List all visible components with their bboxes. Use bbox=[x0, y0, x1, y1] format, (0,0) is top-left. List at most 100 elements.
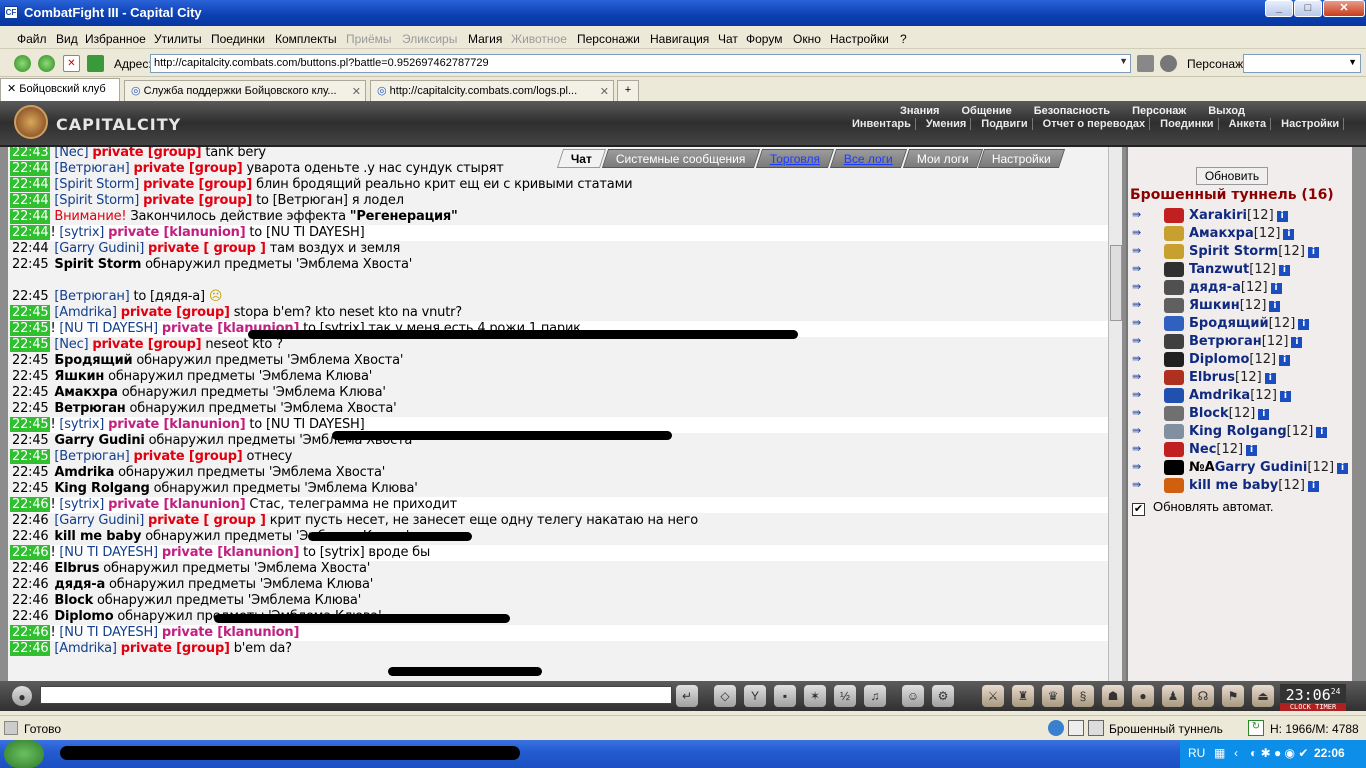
info-icon[interactable]: i bbox=[1278, 265, 1290, 276]
player-row[interactable]: ⇛ Ветрюган[12] i bbox=[1132, 333, 1352, 351]
chat-player[interactable]: дядя-а bbox=[54, 577, 105, 592]
chat-time[interactable]: 22:46 bbox=[10, 625, 51, 640]
menu-item[interactable]: ? bbox=[900, 32, 907, 46]
player-action-icon[interactable]: ⇛ bbox=[1132, 352, 1154, 366]
player-row[interactable]: ⇛ Spirit Storm[12] i bbox=[1132, 243, 1352, 261]
menu-item[interactable]: Вид bbox=[56, 32, 78, 46]
menu-item[interactable]: Утилиты bbox=[154, 32, 202, 46]
chat-time[interactable]: 22:45 bbox=[10, 305, 51, 320]
tab-fight-club[interactable]: ✕ Бойцовский клуб bbox=[0, 78, 120, 101]
player-row[interactable]: ⇛ King Rolgang[12] i bbox=[1132, 423, 1352, 441]
chat-time[interactable]: 22:45 bbox=[10, 449, 51, 464]
chat-private-tag[interactable]: private [group] bbox=[121, 641, 230, 656]
player-row[interactable]: ⇛ Diplomo[12] i bbox=[1132, 351, 1352, 369]
chat-player[interactable]: Бродящий bbox=[54, 353, 132, 368]
bomb-icon[interactable]: ● bbox=[1132, 685, 1154, 707]
chat-time[interactable]: 22:46 bbox=[10, 577, 50, 592]
save-icon[interactable]: ▪ bbox=[774, 685, 796, 707]
player-name-wrap[interactable]: Nec[12] i bbox=[1189, 442, 1258, 457]
player-action-icon[interactable]: ⇛ bbox=[1132, 316, 1154, 330]
new-tab-button[interactable]: + bbox=[617, 80, 639, 101]
chat-tab[interactable]: Настройки bbox=[978, 149, 1066, 168]
users-icon[interactable] bbox=[1160, 55, 1177, 72]
player-name-wrap[interactable]: Elbrus[12] i bbox=[1189, 370, 1276, 385]
player-action-icon[interactable]: ⇛ bbox=[1132, 460, 1154, 474]
chat-tab[interactable]: Мои логи bbox=[902, 149, 983, 168]
chat-player[interactable]: Block bbox=[54, 593, 93, 608]
info-icon[interactable]: i bbox=[1276, 211, 1288, 222]
chat-time[interactable]: 22:46 bbox=[10, 561, 50, 576]
player-row[interactable]: ⇛ Бродящий[12] i bbox=[1132, 315, 1352, 333]
menu-item[interactable]: Комплекты bbox=[275, 32, 337, 46]
chat-time[interactable]: 22:44 bbox=[10, 209, 51, 224]
chat-sender[interactable]: [Amdrika] bbox=[54, 641, 117, 656]
player-action-icon[interactable]: ⇛ bbox=[1132, 298, 1154, 312]
chat-time[interactable]: 22:44 bbox=[10, 241, 50, 256]
player-name[interactable]: Spirit Storm bbox=[1189, 244, 1278, 259]
chat-sender[interactable]: [sytrix] bbox=[59, 417, 104, 432]
info-icon[interactable]: i bbox=[1246, 445, 1258, 456]
chat-sender[interactable]: [Amdrika] bbox=[54, 305, 117, 320]
keyboard-icon[interactable]: ▦ bbox=[1214, 746, 1225, 760]
address-dropdown-icon[interactable]: ▼ bbox=[1119, 56, 1128, 66]
auto-refresh-checkbox[interactable]: ✔ Обновлять автомат. bbox=[1132, 499, 1273, 516]
filter-icon[interactable]: Y bbox=[744, 685, 766, 707]
menu-item[interactable]: Персонажи bbox=[577, 32, 640, 46]
player-name-wrap[interactable]: Xarakiri[12] i bbox=[1189, 208, 1288, 223]
player-action-icon[interactable]: ⇛ bbox=[1132, 244, 1154, 258]
checkbox-icon[interactable]: ✔ bbox=[1132, 503, 1145, 516]
chat-sender[interactable]: [Garry Gudini] bbox=[54, 513, 144, 528]
chat-private-tag[interactable]: private [klanunion] bbox=[108, 497, 246, 512]
smiley-icon[interactable]: ☺ bbox=[902, 685, 924, 707]
info-icon[interactable]: i bbox=[1337, 463, 1349, 474]
menu-item[interactable]: Окно bbox=[793, 32, 821, 46]
chat-private-tag[interactable]: private [klanunion] bbox=[162, 545, 300, 560]
group-icon[interactable]: ♟ bbox=[1162, 685, 1184, 707]
player-row[interactable]: ⇛ kill me baby[12] i bbox=[1132, 477, 1352, 495]
chat-time[interactable]: 22:44 bbox=[10, 177, 51, 192]
chat-time[interactable]: 22:45 bbox=[10, 465, 50, 480]
music-icon[interactable]: ♫ bbox=[864, 685, 886, 707]
chat-player[interactable]: Amdrika bbox=[54, 465, 114, 480]
exit-icon[interactable]: ⏏ bbox=[1252, 685, 1274, 707]
player-name-wrap[interactable]: Diplomo[12] i bbox=[1189, 352, 1291, 367]
player-name-wrap[interactable]: Амакхра[12] i bbox=[1189, 226, 1295, 241]
chat-mode-icon[interactable]: ● bbox=[12, 686, 32, 706]
player-action-icon[interactable]: ⇛ bbox=[1132, 370, 1154, 384]
bag-icon[interactable]: ♜ bbox=[1012, 685, 1034, 707]
player-name[interactable]: Xarakiri bbox=[1189, 208, 1247, 223]
chat-tab[interactable]: Торговля bbox=[755, 149, 834, 168]
player-name-wrap[interactable]: Ветрюган[12] i bbox=[1189, 334, 1303, 349]
player-name[interactable]: Elbrus bbox=[1189, 370, 1235, 385]
close-button[interactable]: ✕ bbox=[1323, 0, 1365, 17]
scroll-icon[interactable]: § bbox=[1072, 685, 1094, 707]
tab-close-icon[interactable]: ✕ bbox=[600, 85, 609, 98]
chat-time[interactable]: 22:45 bbox=[10, 257, 50, 272]
chat-time[interactable]: 22:45 bbox=[10, 433, 50, 448]
chat-time[interactable]: 22:46 bbox=[10, 513, 50, 528]
top-menu-item[interactable]: Общение bbox=[957, 105, 1015, 117]
doc-icon[interactable] bbox=[1068, 720, 1084, 736]
player-action-icon[interactable]: ⇛ bbox=[1132, 208, 1154, 222]
start-button[interactable] bbox=[4, 740, 44, 768]
chat-time[interactable]: 22:45 bbox=[10, 481, 50, 496]
menu-item[interactable]: Форум bbox=[746, 32, 782, 46]
menu-item[interactable]: Навигация bbox=[650, 32, 709, 46]
chat-private-tag[interactable]: private [ group ] bbox=[148, 513, 266, 528]
chat-private-tag[interactable]: private [klanunion] bbox=[108, 225, 246, 240]
sub-menu-item[interactable]: Подвиги bbox=[977, 118, 1033, 130]
player-name-wrap[interactable]: дядя-а[12] i bbox=[1189, 280, 1282, 295]
player-row[interactable]: ⇛ Elbrus[12] i bbox=[1132, 369, 1352, 387]
player-name-wrap[interactable]: Amdrika[12] i bbox=[1189, 388, 1291, 403]
player-name[interactable]: Яшкин bbox=[1189, 298, 1240, 313]
chat-time[interactable]: 22:46 bbox=[10, 545, 51, 560]
info-icon[interactable]: i bbox=[1264, 373, 1276, 384]
chat-player[interactable]: Diplomo bbox=[54, 609, 113, 624]
chat-scrollbar[interactable] bbox=[1108, 147, 1122, 681]
language-indicator[interactable]: RU bbox=[1188, 746, 1205, 760]
info-icon[interactable]: i bbox=[1307, 481, 1319, 492]
chat-sender[interactable]: [Spirit Storm] bbox=[54, 193, 139, 208]
chat-sender[interactable]: [Spirit Storm] bbox=[54, 177, 139, 192]
chat-time[interactable]: 22:45 bbox=[10, 385, 50, 400]
tab-close-icon[interactable]: ✕ bbox=[7, 83, 16, 95]
